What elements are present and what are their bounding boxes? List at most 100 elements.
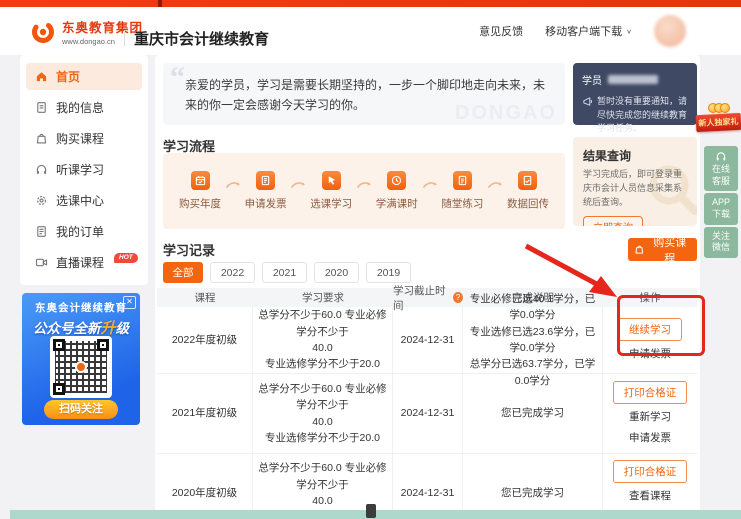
flow-arrow-icon [290,178,306,190]
sidebar: 首页 我的信息 购买课程 听课学习 选课中心 我的订单 直播课程 HOT [20,55,148,285]
calendar-check-icon [191,171,210,190]
col-deadline: 学习截止时间 ? [393,288,463,307]
student-label: 学员 [582,72,602,87]
dongao-watermark: DONGAO [455,102,557,125]
shopping-bag-icon [34,132,48,146]
sidebar-item-label: 听课学习 [56,161,104,178]
sidebar-item-live-courses[interactable]: 直播课程 HOT [20,247,148,278]
cell-deadline: 2024-12-31 [393,307,463,374]
qr-code [50,336,112,398]
newuser-gift-badge[interactable]: 新人独家礼 [696,100,741,131]
sidebar-item-label: 直播课程 [56,254,104,271]
hot-badge: HOT [114,253,138,263]
cell-completion: 您已完成学习 [463,374,603,454]
header-divider [124,30,125,46]
apply-invoice-link[interactable]: 申请发票 [629,346,671,362]
process-step: 购买年度 [179,171,221,211]
sidebar-item-home[interactable]: 首页 [26,63,142,90]
table-row: 2021年度初级 总学分不少于60.0 专业必修学分不少于 40.0 专业选修学… [157,374,697,454]
col-actions: 操作 [603,288,697,307]
promo-subtitle: 公众号全新升级 [22,317,140,338]
records-table: 课程 学习要求 学习截止时间 ? 完成说明 操作 2022年度初级 总学分不少于… [157,288,697,519]
tab-2022[interactable]: 2022 [210,262,255,283]
col-requirement: 学习要求 [253,288,393,307]
scan-follow-button[interactable]: 扫码关注 [44,400,118,419]
table-row: 2022年度初级 总学分不少于60.0 专业必修学分不少于 40.0 专业选修学… [157,307,697,374]
cell-course: 2022年度初级 [157,307,253,374]
buy-course-button[interactable]: 购买课程 [628,238,697,261]
chevron-down-icon: ∨ [626,27,632,34]
dongao-swirl-icon [30,19,56,45]
bottom-handle[interactable] [366,504,376,518]
order-list-icon [34,225,48,239]
feedback-link[interactable]: 意见反馈 [479,23,523,39]
flow-arrow-icon [487,178,503,190]
data-upload-icon [518,171,537,190]
cell-actions: 打印合格证 重新学习 申请发票 [603,374,697,454]
sidebar-item-course-center[interactable]: 选课中心 [20,185,148,216]
flow-arrow-icon [356,178,372,190]
result-query-desc: 学习完成后，即可登录重庆市会计人员信息采集系统后查询。 [583,168,687,210]
learning-process: 购买年度 申请发票 选课学习 学满课时 随堂练习 [163,153,565,229]
cell-requirement: 总学分不少于60.0 专业必修学分不少于 40.0 专业选修学分不少于20.0 [253,307,393,374]
tab-2019[interactable]: 2019 [366,262,411,283]
app-download-button[interactable]: APP下载 [704,193,738,224]
continue-learning-button[interactable]: 继续学习 [618,318,682,341]
table-header-row: 课程 学习要求 学习截止时间 ? 完成说明 操作 [157,288,697,307]
cell-requirement: 总学分不少于60.0 专业必修学分不少于 40.0 专业选修学分不少于20.0 [253,374,393,454]
brand-url: www.dongao.cn [62,37,143,46]
main-panel: “ 亲爱的学员，学习是需要长期坚持的，一步一个脚印地走向未来，未来的你一定会感谢… [155,55,700,519]
col-course: 课程 [157,288,253,307]
cursor-click-icon [322,171,341,190]
sidebar-item-buy-courses[interactable]: 购买课程 [20,123,148,154]
flow-arrow-icon [422,178,438,190]
online-service-button[interactable]: 在线客服 [704,146,738,191]
apply-invoice-link[interactable]: 申请发票 [629,430,671,446]
sidebar-item-my-orders[interactable]: 我的订单 [20,216,148,247]
exercise-icon [453,171,472,190]
sidebar-item-listen-learn[interactable]: 听课学习 [20,154,148,185]
tab-2020[interactable]: 2020 [314,262,359,283]
shopping-bag-icon [634,244,645,255]
gift-coins-icon [696,100,741,114]
notice-text: 暂时没有重要通知，请尽快完成您的继续教育学习任务。 [597,95,689,136]
welcome-banner: “ 亲爱的学员，学习是需要长期坚持的，一步一个脚印地走向未来，未来的你一定会感谢… [163,63,565,125]
brand-logo[interactable]: 东奥教育集团 www.dongao.cn [30,17,143,46]
flow-arrow-icon [225,178,241,190]
quote-icon: “ [170,61,185,95]
page-title: 重庆市会计继续教育 [134,28,269,49]
qr-center-logo [75,361,87,373]
sidebar-item-my-info[interactable]: 我的信息 [20,92,148,123]
avatar[interactable] [654,15,686,47]
progress-tick [158,0,162,7]
tab-all[interactable]: 全部 [163,262,203,283]
follow-wechat-button[interactable]: 关注微信 [704,227,738,258]
view-courses-link[interactable]: 查看课程 [629,488,671,504]
headset-icon [715,151,727,162]
sidebar-item-label: 购买课程 [56,130,104,147]
process-step: 选课学习 [310,171,352,211]
year-tabs: 全部 2022 2021 2020 2019 [163,262,411,283]
sidebar-item-label: 我的订单 [56,223,104,240]
top-accent-bar [0,0,741,7]
close-icon[interactable]: ✕ [123,296,136,309]
result-query-title: 结果查询 [583,147,687,164]
process-step: 随堂练习 [441,171,483,211]
home-icon [34,70,48,84]
help-icon[interactable]: ? [453,292,463,303]
sidebar-item-label: 选课中心 [56,192,104,209]
floating-services: 在线客服 APP下载 关注微信 [704,146,738,258]
result-query-panel: 结果查询 学习完成后，即可登录重庆市会计人员信息采集系统后查询。 立即查询 [573,137,697,226]
print-certificate-button[interactable]: 打印合格证 [613,460,688,483]
query-now-button[interactable]: 立即查询 [583,216,643,226]
app-download-menu[interactable]: 移动客户端下载 ∨ [545,23,632,39]
cell-deadline: 2024-12-31 [393,374,463,454]
tab-2021[interactable]: 2021 [262,262,307,283]
gift-ribbon-label: 新人独家礼 [696,113,741,132]
profile-doc-icon [34,101,48,115]
brand-name: 东奥教育集团 [62,17,143,36]
section-title-records: 学习记录 [163,240,215,259]
clock-icon [387,171,406,190]
print-certificate-button[interactable]: 打印合格证 [613,381,688,404]
relearn-link[interactable]: 重新学习 [629,409,671,425]
